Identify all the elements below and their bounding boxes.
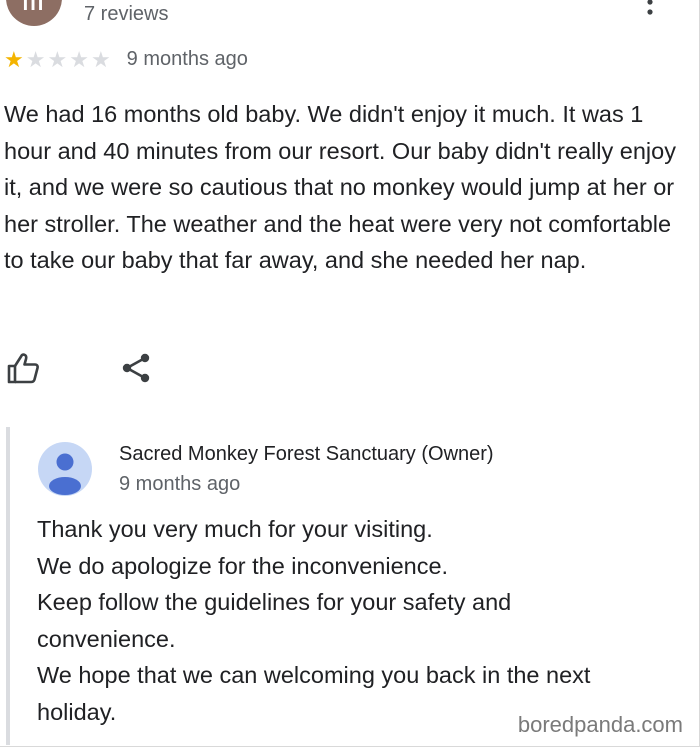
owner-reply-time: 9 months ago bbox=[119, 473, 241, 495]
more-options-icon[interactable] bbox=[643, 0, 657, 22]
star-icon: ★ bbox=[90, 46, 111, 72]
watermark: boredpanda.com bbox=[517, 712, 683, 737]
review-text: We had 16 months old baby. We didn't enj… bbox=[4, 101, 676, 273]
person-icon bbox=[49, 453, 81, 495]
thumbs-up-icon bbox=[7, 353, 39, 384]
star-icon: ★ bbox=[47, 46, 68, 72]
owner-reply: Sacred Monkey Forest Sanctuary (Owner) 9… bbox=[6, 427, 696, 745]
rating-row: ★ ★ ★ ★ ★ 9 months ago bbox=[4, 48, 248, 71]
owner-reply-text: Thank you very much for your visiting. W… bbox=[37, 511, 677, 730]
star-icon: ★ bbox=[4, 46, 24, 72]
review-actions bbox=[6, 352, 152, 384]
reviewer-initials: III bbox=[22, 0, 46, 15]
star-icon: ★ bbox=[25, 46, 46, 72]
like-button[interactable] bbox=[6, 352, 40, 384]
reviewer-avatar[interactable]: III bbox=[6, 0, 62, 26]
review-time: 9 months ago bbox=[126, 48, 248, 70]
share-icon bbox=[122, 353, 150, 383]
review-count[interactable]: 7 reviews bbox=[84, 3, 168, 26]
reply-line: We hope that we can welcoming you back i… bbox=[37, 662, 591, 688]
star-rating: ★ ★ ★ ★ ★ bbox=[4, 46, 111, 72]
reply-line: Thank you very much for your visiting. bbox=[37, 516, 433, 542]
share-button[interactable] bbox=[120, 352, 152, 384]
owner-name: Sacred Monkey Forest Sanctuary (Owner) bbox=[119, 443, 494, 465]
reply-line: convenience. bbox=[37, 625, 176, 652]
reply-line: Keep follow the guidelines for your safe… bbox=[37, 589, 512, 615]
review-card: III 7 reviews ★ ★ ★ ★ ★ 9 months ago We had … bbox=[0, 0, 700, 747]
reply-line: We do apologize for the inconvenience. bbox=[37, 552, 449, 579]
owner-avatar bbox=[38, 442, 92, 496]
star-icon: ★ bbox=[69, 46, 89, 72]
